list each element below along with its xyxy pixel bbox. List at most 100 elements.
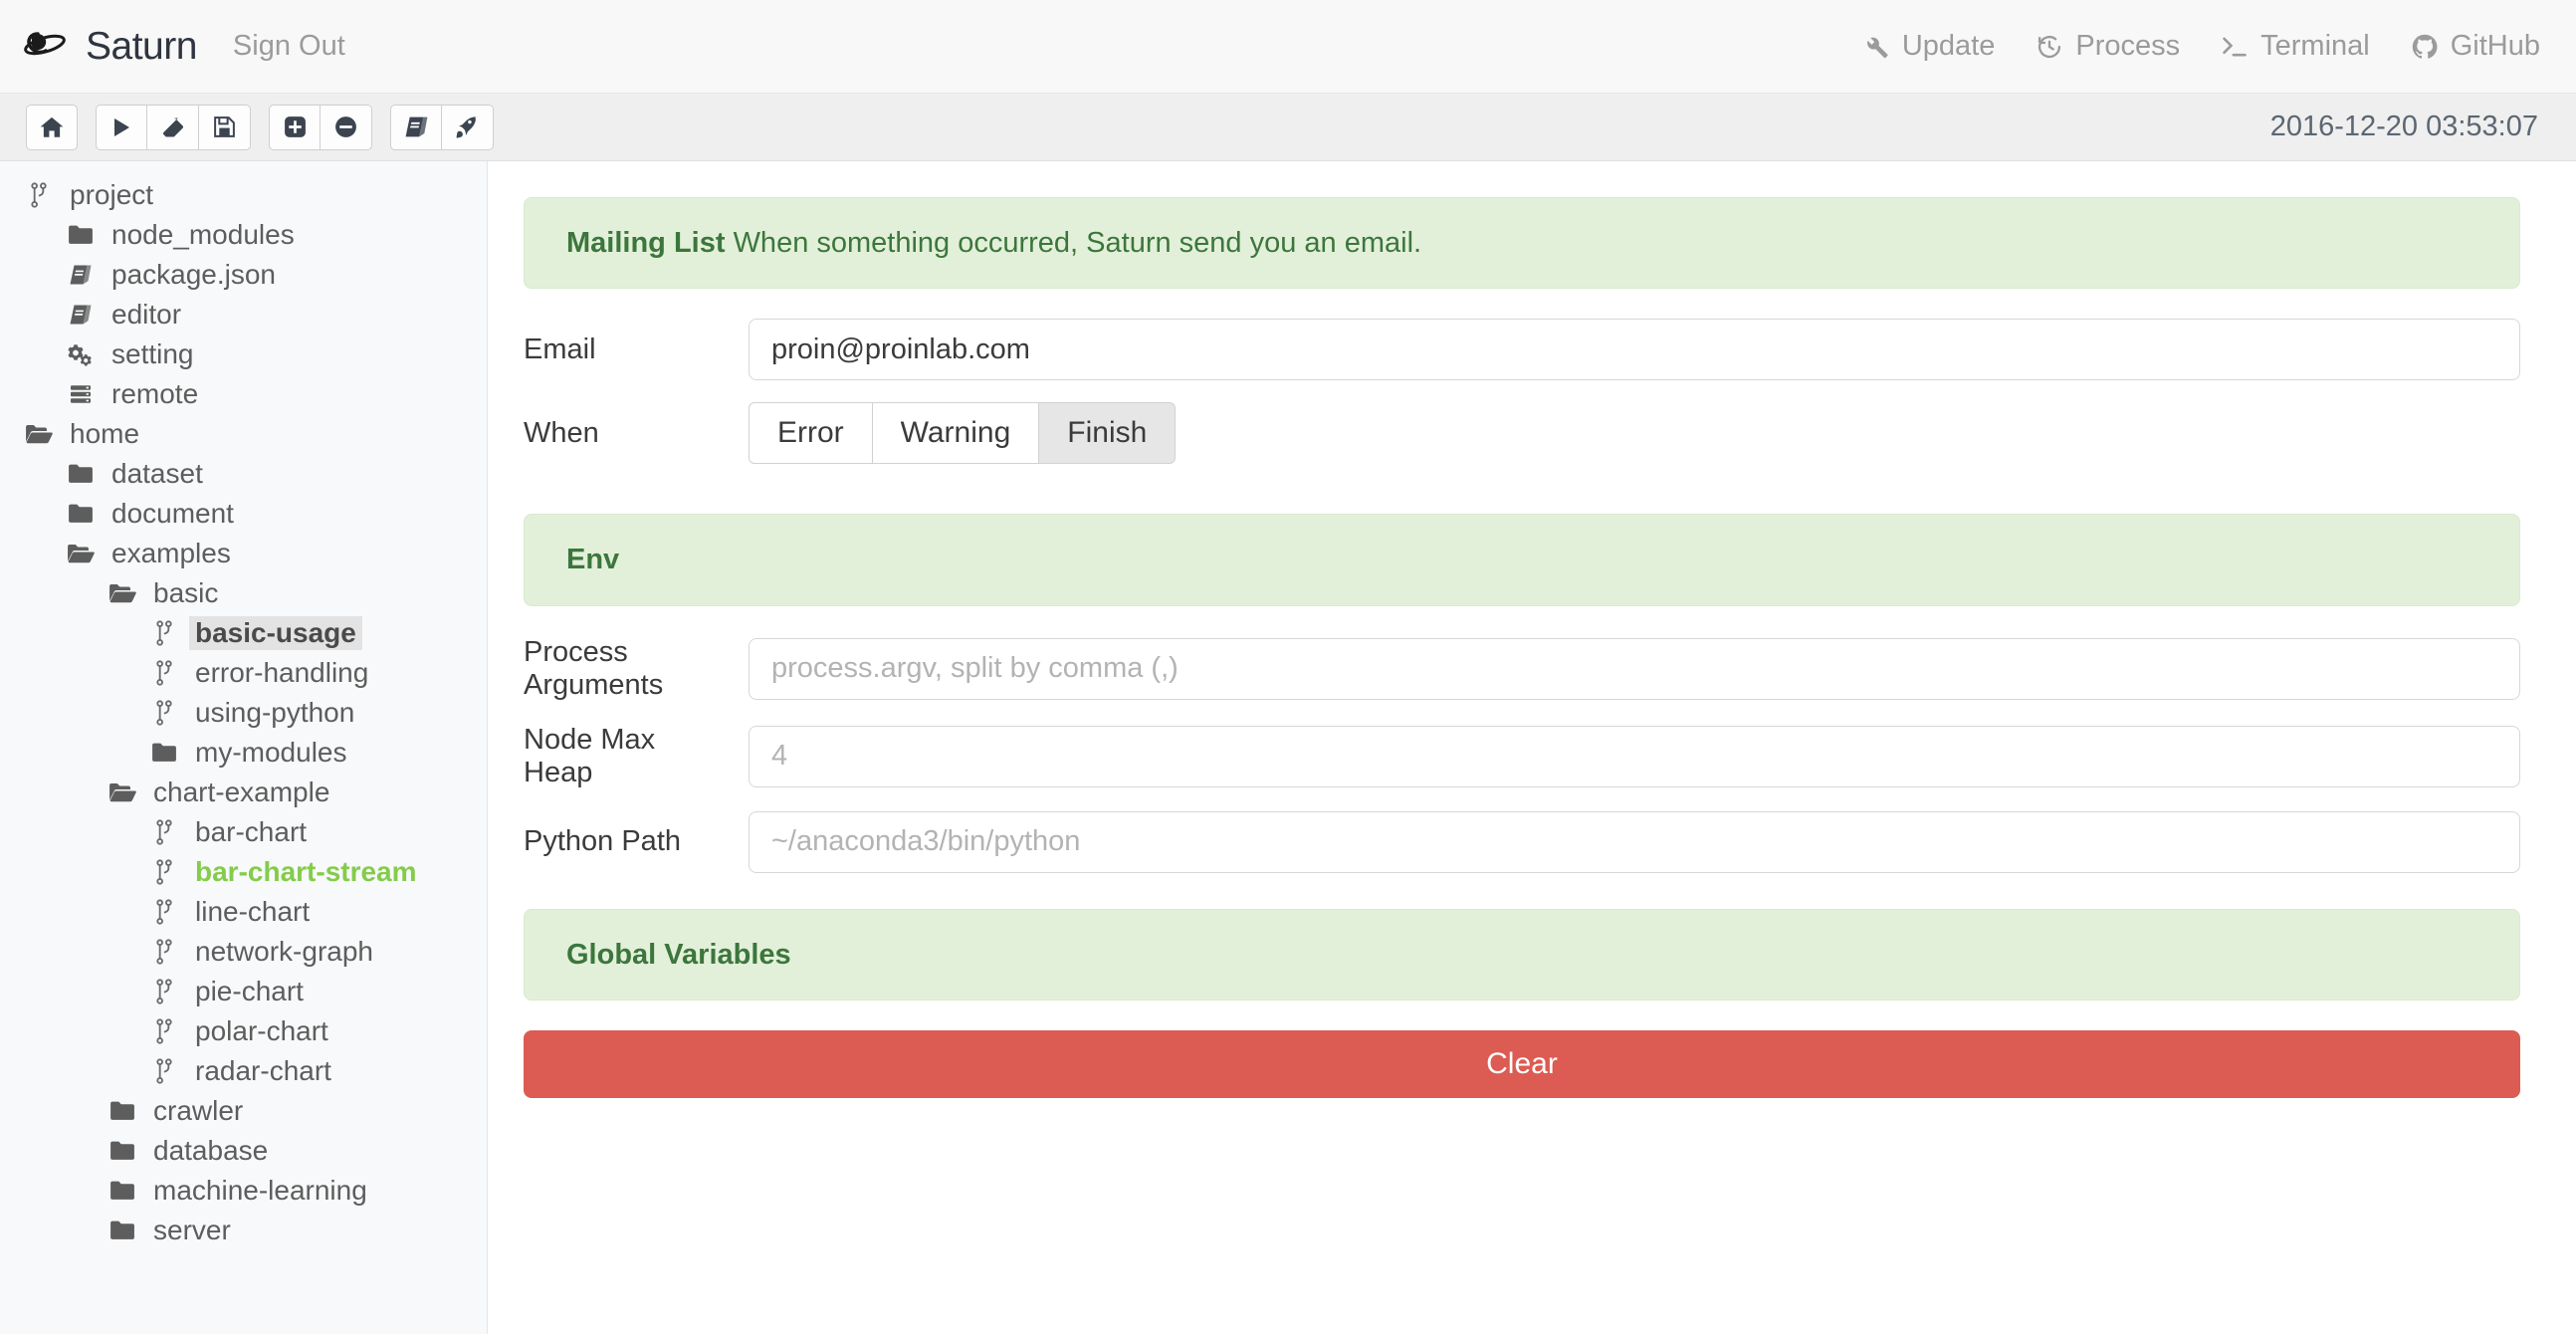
tree-item-line-chart[interactable]: line-chart bbox=[0, 892, 487, 932]
when-option-finish[interactable]: Finish bbox=[1039, 402, 1176, 464]
nav-item-update[interactable]: Update bbox=[1861, 30, 1996, 63]
book-icon bbox=[404, 114, 429, 139]
tree-item-dataset[interactable]: dataset bbox=[0, 454, 487, 494]
history-icon bbox=[2035, 32, 2064, 62]
nav-item-terminal[interactable]: Terminal bbox=[2220, 30, 2370, 63]
nav-item-github[interactable]: GitHub bbox=[2410, 30, 2540, 63]
node-max-heap-row: Node Max Heap bbox=[524, 724, 2520, 789]
code-fork-icon bbox=[147, 859, 181, 885]
wrench-icon bbox=[1861, 32, 1891, 62]
nav-label: Update bbox=[1902, 30, 1996, 63]
tree-item-node_modules[interactable]: node_modules bbox=[0, 215, 487, 255]
tree-item-bar-chart-stream[interactable]: bar-chart-stream bbox=[0, 852, 487, 892]
settings-panel: Mailing List When something occurred, Sa… bbox=[488, 161, 2576, 1334]
add-button[interactable] bbox=[269, 105, 321, 150]
tree-item-label: using-python bbox=[195, 699, 354, 727]
tree-item-label: editor bbox=[111, 301, 181, 329]
folder-icon bbox=[106, 1100, 139, 1122]
remove-button[interactable] bbox=[321, 105, 372, 150]
tree-item-machine-learning[interactable]: machine-learning bbox=[0, 1171, 487, 1211]
tree-item-database[interactable]: database bbox=[0, 1131, 487, 1171]
sign-out-link[interactable]: Sign Out bbox=[233, 30, 345, 63]
email-input[interactable] bbox=[749, 319, 2520, 380]
folder-icon bbox=[106, 1140, 139, 1162]
global-variables-section-header: Global Variables bbox=[524, 909, 2520, 1000]
tree-item-document[interactable]: document bbox=[0, 494, 487, 534]
tree-item-bar-chart[interactable]: bar-chart bbox=[0, 812, 487, 852]
folder-icon bbox=[106, 1220, 139, 1241]
tree-item-basic-usage[interactable]: basic-usage bbox=[0, 613, 487, 653]
folder-open-icon bbox=[106, 582, 139, 604]
env-title: Env bbox=[566, 544, 619, 575]
folder-icon bbox=[64, 224, 98, 246]
folder-icon bbox=[64, 463, 98, 485]
tree-item-label: dataset bbox=[111, 460, 203, 488]
brand-name: Saturn bbox=[86, 25, 197, 69]
nav-item-process[interactable]: Process bbox=[2035, 30, 2180, 63]
clear-button[interactable]: Clear bbox=[524, 1030, 2520, 1098]
toolbar: 2016-12-20 03:53:07 bbox=[0, 94, 2576, 161]
deploy-button[interactable] bbox=[442, 105, 494, 150]
tree-item-crawler[interactable]: crawler bbox=[0, 1091, 487, 1131]
tree-item-label: polar-chart bbox=[195, 1017, 328, 1045]
clear-output-button[interactable] bbox=[147, 105, 199, 150]
tree-item-examples[interactable]: examples bbox=[0, 534, 487, 573]
when-option-warning[interactable]: Warning bbox=[873, 402, 1040, 464]
code-fork-icon bbox=[147, 660, 181, 686]
tree-item-pie-chart[interactable]: pie-chart bbox=[0, 972, 487, 1011]
tree-item-setting[interactable]: setting bbox=[0, 334, 487, 374]
toolbar-group-docs bbox=[390, 105, 494, 150]
code-fork-icon bbox=[22, 182, 56, 208]
python-path-label: Python Path bbox=[524, 825, 749, 858]
tree-item-polar-chart[interactable]: polar-chart bbox=[0, 1011, 487, 1051]
brand[interactable]: Saturn bbox=[24, 24, 197, 70]
body: projectnode_modulespackage.json editor set… bbox=[0, 161, 2576, 1334]
nav-label: Process bbox=[2075, 30, 2180, 63]
clock: 2016-12-20 03:53:07 bbox=[2270, 111, 2550, 143]
tree-item-editor[interactable]: editor bbox=[0, 295, 487, 334]
terminal-prompt-icon bbox=[2220, 32, 2250, 62]
nav-label: GitHub bbox=[2451, 30, 2540, 63]
code-fork-icon bbox=[147, 700, 181, 726]
tree-item-basic[interactable]: basic bbox=[0, 573, 487, 613]
tree-item-network-graph[interactable]: network-graph bbox=[0, 932, 487, 972]
process-arguments-input[interactable] bbox=[749, 638, 2520, 700]
docs-button[interactable] bbox=[390, 105, 442, 150]
top-navbar: Saturn Sign Out Update Process bbox=[0, 0, 2576, 94]
tree-item-server[interactable]: server bbox=[0, 1211, 487, 1250]
tree-item-chart-example[interactable]: chart-example bbox=[0, 773, 487, 812]
file-tree-sidebar[interactable]: projectnode_modulespackage.json editor set… bbox=[0, 161, 488, 1334]
tree-item-remote[interactable]: remote bbox=[0, 374, 487, 414]
tree-item-label: home bbox=[70, 420, 139, 448]
save-button[interactable] bbox=[199, 105, 251, 150]
tree-item-error-handling[interactable]: error-handling bbox=[0, 653, 487, 693]
python-path-input[interactable] bbox=[749, 811, 2520, 873]
when-label: When bbox=[524, 417, 749, 450]
tree-item-label: my-modules bbox=[195, 739, 346, 767]
tree-item-label: chart-example bbox=[153, 778, 329, 806]
eraser-icon bbox=[160, 114, 186, 140]
tree-item-label: remote bbox=[111, 380, 198, 408]
tree-item-radar-chart[interactable]: radar-chart bbox=[0, 1051, 487, 1091]
run-button[interactable] bbox=[96, 105, 147, 150]
when-option-error[interactable]: Error bbox=[749, 402, 873, 464]
tree-item-label: crawler bbox=[153, 1097, 243, 1125]
node-max-heap-input[interactable] bbox=[749, 726, 2520, 787]
folder-icon bbox=[64, 503, 98, 525]
toolbar-group-home bbox=[26, 105, 78, 150]
home-icon bbox=[39, 114, 65, 140]
mailing-list-alert: Mailing List When something occurred, Sa… bbox=[524, 197, 2520, 289]
tree-item-home[interactable]: home bbox=[0, 414, 487, 454]
tree-item-package.json[interactable]: package.json bbox=[0, 255, 487, 295]
when-row: When Error Warning Finish bbox=[524, 402, 2520, 464]
tree-item-label: machine-learning bbox=[153, 1177, 367, 1205]
tree-item-my-modules[interactable]: my-modules bbox=[0, 733, 487, 773]
tree-item-using-python[interactable]: using-python bbox=[0, 693, 487, 733]
plus-square-icon bbox=[283, 114, 308, 139]
play-icon bbox=[109, 115, 133, 139]
code-fork-icon bbox=[147, 819, 181, 845]
saturn-planet-icon bbox=[24, 24, 70, 70]
tree-item-project[interactable]: project bbox=[0, 175, 487, 215]
tree-item-label: error-handling bbox=[195, 659, 368, 687]
home-button[interactable] bbox=[26, 105, 78, 150]
